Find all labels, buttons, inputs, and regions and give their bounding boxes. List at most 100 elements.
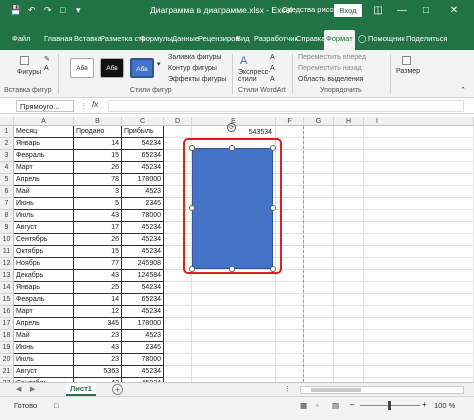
grid-cell[interactable]: 15 [74, 150, 122, 162]
grid-cell[interactable]: Январь [14, 282, 74, 294]
zoom-out-icon[interactable]: – [350, 400, 354, 409]
grid-cell[interactable]: Июль [14, 354, 74, 366]
add-sheet-button[interactable]: + [112, 384, 123, 395]
shape-style-blue[interactable]: Абв [130, 58, 154, 78]
column-header[interactable]: H [334, 117, 364, 126]
maximize-button[interactable]: □ [418, 3, 434, 19]
row-header[interactable]: 12 [0, 258, 14, 270]
grid-cell[interactable]: Август [14, 366, 74, 378]
grid-cell[interactable] [276, 366, 304, 378]
tab-help[interactable]: Справка [296, 34, 325, 43]
selection-pane-button[interactable]: Область выделения [298, 76, 363, 83]
resize-handle[interactable] [229, 145, 235, 151]
grid-cell[interactable] [304, 330, 334, 342]
grid-cell[interactable] [164, 330, 192, 342]
grid-cell[interactable] [276, 126, 304, 138]
resize-handle[interactable] [270, 145, 276, 151]
grid-cell[interactable]: Прибыль [122, 126, 164, 138]
grid-cell[interactable] [304, 162, 334, 174]
grid-cell[interactable] [192, 342, 276, 354]
grid-cell[interactable]: 178000 [122, 318, 164, 330]
grid-cell[interactable]: 345 [74, 318, 122, 330]
grid-cell[interactable] [192, 282, 276, 294]
grid-cell[interactable] [334, 234, 364, 246]
row-header[interactable]: 20 [0, 354, 14, 366]
bring-forward-button[interactable]: Переместить вперед [298, 54, 366, 61]
grid-cell[interactable] [334, 270, 364, 282]
grid-cell[interactable] [164, 126, 192, 138]
size-label[interactable]: Размер [396, 68, 420, 75]
grid-cell[interactable]: Апрель [14, 174, 74, 186]
redo-icon[interactable]: ↷ [44, 5, 52, 16]
column-header[interactable]: I [364, 117, 474, 126]
grid-cell[interactable] [192, 354, 276, 366]
grid-cell[interactable] [364, 234, 474, 246]
grid-cell[interactable] [334, 318, 364, 330]
zoom-slider[interactable]: – + [350, 400, 430, 410]
row-header[interactable]: 9 [0, 222, 14, 234]
tab-data[interactable]: Данные [172, 34, 199, 43]
grid-cell[interactable]: 45234 [122, 222, 164, 234]
grid-cell[interactable]: 77 [74, 258, 122, 270]
row-header[interactable]: 17 [0, 318, 14, 330]
grid-cell[interactable]: 43 [74, 210, 122, 222]
tab-file[interactable]: Файл [12, 34, 30, 43]
grid-cell[interactable] [364, 330, 474, 342]
grid-cell[interactable] [276, 354, 304, 366]
text-fill-icon[interactable]: A [270, 54, 275, 61]
row-header[interactable]: 3 [0, 150, 14, 162]
grid-cell[interactable]: 54234 [122, 138, 164, 150]
scrollbar-thumb[interactable] [311, 388, 361, 392]
resize-handle[interactable] [189, 145, 195, 151]
grid-cell[interactable] [192, 318, 276, 330]
grid-cell[interactable] [276, 330, 304, 342]
grid-cell[interactable] [334, 162, 364, 174]
minimize-button[interactable]: — [394, 3, 410, 19]
row-header[interactable]: 21 [0, 366, 14, 378]
grid-cell[interactable]: 54234 [122, 282, 164, 294]
grid-cell[interactable] [276, 342, 304, 354]
row-header[interactable]: 7 [0, 198, 14, 210]
save-icon[interactable]: 💾 [10, 5, 21, 16]
grid-cell[interactable] [334, 354, 364, 366]
sheet-tab[interactable]: Лист1 [66, 383, 96, 396]
row-header[interactable]: 1 [0, 126, 14, 138]
grid-cell[interactable] [334, 198, 364, 210]
grid-cell[interactable]: Июнь [14, 342, 74, 354]
grid-cell[interactable]: Декабрь [14, 270, 74, 282]
grid-cell[interactable] [304, 186, 334, 198]
grid-cell[interactable]: 45234 [122, 234, 164, 246]
grid-cell[interactable]: 4523 [122, 186, 164, 198]
grid-cell[interactable] [304, 150, 334, 162]
column-header[interactable]: G [304, 117, 334, 126]
grid-cell[interactable] [334, 246, 364, 258]
shapes-gallery-icon[interactable] [20, 56, 29, 65]
grid-cell[interactable]: 78 [74, 174, 122, 186]
tab-view[interactable]: Вид [236, 34, 250, 43]
resize-handle[interactable] [189, 205, 195, 211]
grid-cell[interactable]: Март [14, 306, 74, 318]
grid-cell[interactable] [364, 198, 474, 210]
grid-cell[interactable] [304, 258, 334, 270]
signin-button[interactable]: Вход [334, 4, 362, 17]
grid-cell[interactable] [304, 126, 334, 138]
grid-cell[interactable] [164, 318, 192, 330]
grid-cell[interactable]: Октябрь [14, 246, 74, 258]
quick-access-more-icon[interactable]: ▾ [76, 5, 81, 16]
grid-cell[interactable] [364, 150, 474, 162]
grid-cell[interactable] [334, 210, 364, 222]
grid-cell[interactable] [334, 294, 364, 306]
grid-cell[interactable]: 12 [74, 306, 122, 318]
grid-cell[interactable] [334, 330, 364, 342]
column-header[interactable]: F [276, 117, 304, 126]
grid-cell[interactable]: 2345 [122, 342, 164, 354]
grid-cell[interactable]: 78000 [122, 354, 164, 366]
grid-cell[interactable]: 245908 [122, 258, 164, 270]
shape-style-white[interactable]: Абв [70, 58, 94, 78]
grid-cell[interactable]: 45234 [122, 162, 164, 174]
row-header[interactable]: 2 [0, 138, 14, 150]
row-header[interactable]: 6 [0, 186, 14, 198]
grid-cell[interactable]: 26 [74, 234, 122, 246]
resize-handle[interactable] [270, 266, 276, 272]
grid-cell[interactable] [304, 270, 334, 282]
